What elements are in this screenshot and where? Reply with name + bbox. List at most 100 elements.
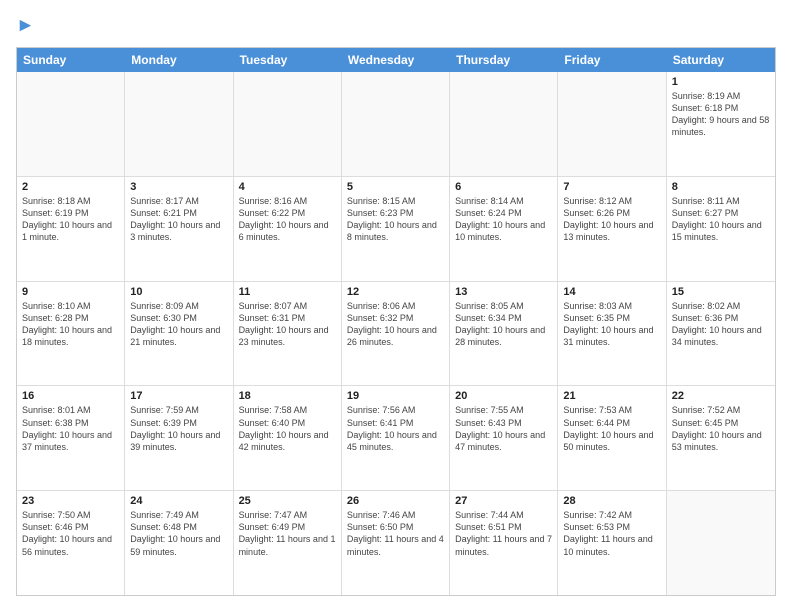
- calendar-row-4: 16 Sunrise: 8:01 AM Sunset: 6:38 PM Dayli…: [17, 386, 775, 491]
- day-number: 21: [563, 390, 660, 402]
- header: ►: [16, 16, 776, 37]
- calendar-cell: 9 Sunrise: 8:10 AM Sunset: 6:28 PM Daylig…: [17, 282, 125, 386]
- day-number: 24: [130, 495, 227, 507]
- day-number: 2: [22, 181, 119, 193]
- day-info: Sunrise: 8:11 AM Sunset: 6:27 PM Dayligh…: [672, 195, 770, 244]
- day-header-tuesday: Tuesday: [234, 48, 342, 72]
- day-number: 10: [130, 286, 227, 298]
- day-number: 1: [672, 76, 770, 88]
- calendar-cell: 27 Sunrise: 7:44 AM Sunset: 6:51 PM Dayli…: [450, 491, 558, 595]
- day-number: 11: [239, 286, 336, 298]
- day-number: 23: [22, 495, 119, 507]
- day-info: Sunrise: 7:52 AM Sunset: 6:45 PM Dayligh…: [672, 404, 770, 453]
- calendar-cell: 10 Sunrise: 8:09 AM Sunset: 6:30 PM Dayli…: [125, 282, 233, 386]
- day-info: Sunrise: 8:14 AM Sunset: 6:24 PM Dayligh…: [455, 195, 552, 244]
- day-number: 5: [347, 181, 444, 193]
- day-info: Sunrise: 8:05 AM Sunset: 6:34 PM Dayligh…: [455, 300, 552, 349]
- day-info: Sunrise: 8:12 AM Sunset: 6:26 PM Dayligh…: [563, 195, 660, 244]
- day-header-friday: Friday: [558, 48, 666, 72]
- logo: ►: [16, 16, 35, 37]
- calendar-cell: 22Sunrise: 7:52 AM Sunset: 6:45 PM Dayli…: [667, 386, 775, 490]
- day-info: Sunrise: 8:10 AM Sunset: 6:28 PM Dayligh…: [22, 300, 119, 349]
- day-info: Sunrise: 7:56 AM Sunset: 6:41 PM Dayligh…: [347, 404, 444, 453]
- day-header-saturday: Saturday: [667, 48, 775, 72]
- day-number: 15: [672, 286, 770, 298]
- day-number: 17: [130, 390, 227, 402]
- day-number: 7: [563, 181, 660, 193]
- calendar-header: SundayMondayTuesdayWednesdayThursdayFrid…: [17, 48, 775, 72]
- day-header-wednesday: Wednesday: [342, 48, 450, 72]
- day-number: 13: [455, 286, 552, 298]
- calendar-cell: 7 Sunrise: 8:12 AM Sunset: 6:26 PM Daylig…: [558, 177, 666, 281]
- day-number: 4: [239, 181, 336, 193]
- day-info: Sunrise: 8:09 AM Sunset: 6:30 PM Dayligh…: [130, 300, 227, 349]
- day-info: Sunrise: 7:44 AM Sunset: 6:51 PM Dayligh…: [455, 509, 552, 558]
- day-info: Sunrise: 8:01 AM Sunset: 6:38 PM Dayligh…: [22, 404, 119, 453]
- calendar-cell: [125, 72, 233, 176]
- day-info: Sunrise: 7:50 AM Sunset: 6:46 PM Dayligh…: [22, 509, 119, 558]
- calendar-cell: 23 Sunrise: 7:50 AM Sunset: 6:46 PM Dayli…: [17, 491, 125, 595]
- day-header-thursday: Thursday: [450, 48, 558, 72]
- calendar-cell: 17 Sunrise: 7:59 AM Sunset: 6:39 PM Dayli…: [125, 386, 233, 490]
- calendar-cell: 1 Sunrise: 8:19 AM Sunset: 6:18 PM Daylig…: [667, 72, 775, 176]
- day-number: 18: [239, 390, 336, 402]
- calendar-row-3: 9 Sunrise: 8:10 AM Sunset: 6:28 PM Daylig…: [17, 282, 775, 387]
- calendar-cell: 20 Sunrise: 7:55 AM Sunset: 6:43 PM Dayli…: [450, 386, 558, 490]
- day-number: 25: [239, 495, 336, 507]
- calendar-cell: 2 Sunrise: 8:18 AM Sunset: 6:19 PM Daylig…: [17, 177, 125, 281]
- day-info: Sunrise: 8:18 AM Sunset: 6:19 PM Dayligh…: [22, 195, 119, 244]
- logo-text: ►: [16, 16, 35, 37]
- day-header-sunday: Sunday: [17, 48, 125, 72]
- day-info: Sunrise: 8:02 AM Sunset: 6:36 PM Dayligh…: [672, 300, 770, 349]
- calendar-cell: 8Sunrise: 8:11 AM Sunset: 6:27 PM Daylig…: [667, 177, 775, 281]
- calendar-row-5: 23 Sunrise: 7:50 AM Sunset: 6:46 PM Dayli…: [17, 491, 775, 595]
- day-info: Sunrise: 8:07 AM Sunset: 6:31 PM Dayligh…: [239, 300, 336, 349]
- day-number: 28: [563, 495, 660, 507]
- day-info: Sunrise: 8:16 AM Sunset: 6:22 PM Dayligh…: [239, 195, 336, 244]
- day-number: 27: [455, 495, 552, 507]
- calendar-cell: 13 Sunrise: 8:05 AM Sunset: 6:34 PM Dayli…: [450, 282, 558, 386]
- calendar-cell: 21 Sunrise: 7:53 AM Sunset: 6:44 PM Dayli…: [558, 386, 666, 490]
- calendar-cell: 12 Sunrise: 8:06 AM Sunset: 6:32 PM Dayli…: [342, 282, 450, 386]
- page: ► SundayMondayTuesdayWednesdayThursdayFr…: [0, 0, 792, 612]
- calendar-cell: [17, 72, 125, 176]
- calendar: SundayMondayTuesdayWednesdayThursdayFrid…: [16, 47, 776, 596]
- day-header-monday: Monday: [125, 48, 233, 72]
- day-info: Sunrise: 7:59 AM Sunset: 6:39 PM Dayligh…: [130, 404, 227, 453]
- calendar-cell: 14 Sunrise: 8:03 AM Sunset: 6:35 PM Dayli…: [558, 282, 666, 386]
- calendar-row-1: 1 Sunrise: 8:19 AM Sunset: 6:18 PM Daylig…: [17, 72, 775, 177]
- calendar-body: 1 Sunrise: 8:19 AM Sunset: 6:18 PM Daylig…: [17, 72, 775, 595]
- day-info: Sunrise: 8:17 AM Sunset: 6:21 PM Dayligh…: [130, 195, 227, 244]
- calendar-cell: 6 Sunrise: 8:14 AM Sunset: 6:24 PM Daylig…: [450, 177, 558, 281]
- calendar-cell: 18Sunrise: 7:58 AM Sunset: 6:40 PM Dayli…: [234, 386, 342, 490]
- day-number: 3: [130, 181, 227, 193]
- day-number: 14: [563, 286, 660, 298]
- calendar-cell: 28 Sunrise: 7:42 AM Sunset: 6:53 PM Dayli…: [558, 491, 666, 595]
- day-info: Sunrise: 7:55 AM Sunset: 6:43 PM Dayligh…: [455, 404, 552, 453]
- day-number: 26: [347, 495, 444, 507]
- calendar-cell: 19 Sunrise: 7:56 AM Sunset: 6:41 PM Dayli…: [342, 386, 450, 490]
- day-number: 20: [455, 390, 552, 402]
- day-info: Sunrise: 7:49 AM Sunset: 6:48 PM Dayligh…: [130, 509, 227, 558]
- calendar-cell: 4 Sunrise: 8:16 AM Sunset: 6:22 PM Daylig…: [234, 177, 342, 281]
- day-info: Sunrise: 7:53 AM Sunset: 6:44 PM Dayligh…: [563, 404, 660, 453]
- day-info: Sunrise: 7:42 AM Sunset: 6:53 PM Dayligh…: [563, 509, 660, 558]
- day-info: Sunrise: 8:03 AM Sunset: 6:35 PM Dayligh…: [563, 300, 660, 349]
- day-number: 16: [22, 390, 119, 402]
- calendar-cell: [450, 72, 558, 176]
- calendar-cell: 25 Sunrise: 7:47 AM Sunset: 6:49 PM Dayli…: [234, 491, 342, 595]
- day-info: Sunrise: 8:15 AM Sunset: 6:23 PM Dayligh…: [347, 195, 444, 244]
- day-number: 12: [347, 286, 444, 298]
- day-number: 19: [347, 390, 444, 402]
- day-info: Sunrise: 7:47 AM Sunset: 6:49 PM Dayligh…: [239, 509, 336, 558]
- day-number: 6: [455, 181, 552, 193]
- day-info: Sunrise: 8:19 AM Sunset: 6:18 PM Dayligh…: [672, 90, 770, 139]
- calendar-cell: 24 Sunrise: 7:49 AM Sunset: 6:48 PM Dayli…: [125, 491, 233, 595]
- calendar-cell: 16 Sunrise: 8:01 AM Sunset: 6:38 PM Dayli…: [17, 386, 125, 490]
- calendar-cell: 5 Sunrise: 8:15 AM Sunset: 6:23 PM Daylig…: [342, 177, 450, 281]
- calendar-cell: [558, 72, 666, 176]
- day-number: 9: [22, 286, 119, 298]
- calendar-cell: [342, 72, 450, 176]
- day-info: Sunrise: 8:06 AM Sunset: 6:32 PM Dayligh…: [347, 300, 444, 349]
- calendar-row-2: 2 Sunrise: 8:18 AM Sunset: 6:19 PM Daylig…: [17, 177, 775, 282]
